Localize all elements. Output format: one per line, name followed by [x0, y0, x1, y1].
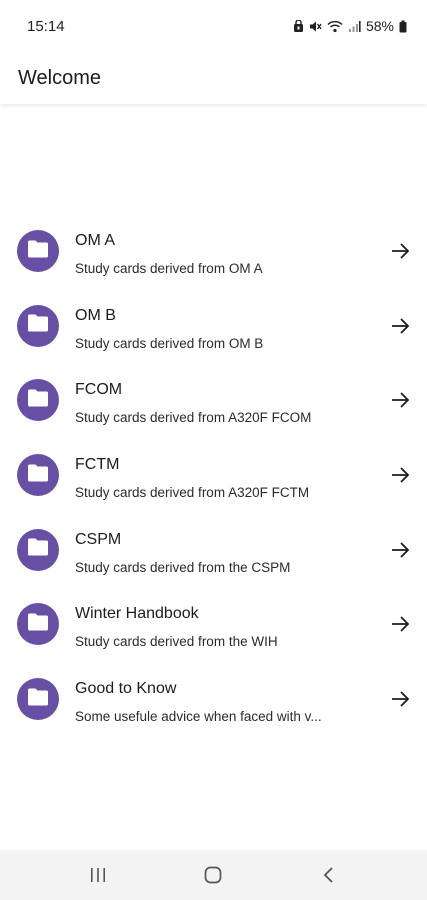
list-item-title: OM B — [75, 306, 116, 324]
recent-apps-icon[interactable] — [78, 855, 118, 895]
home-icon[interactable] — [193, 855, 233, 895]
folder-icon — [27, 464, 49, 487]
mute-icon — [309, 20, 322, 33]
folder-icon — [27, 538, 49, 561]
status-bar: 15:14 58% — [0, 0, 427, 52]
folder-avatar — [17, 454, 59, 497]
list-item-title: OM A — [75, 232, 116, 249]
app-bar: Welcome — [0, 52, 427, 104]
list-item-fctm[interactable]: FCTM Study cards derived from A320F FCTM — [0, 438, 427, 513]
folder-avatar — [17, 379, 59, 422]
list-item-subtitle: Study cards derived from A320F FCTM — [75, 485, 310, 501]
list-item-title: Winter Handbook — [75, 605, 199, 623]
page-title: Welcome — [18, 66, 101, 89]
folder-icon — [27, 613, 49, 636]
arrow-right-icon[interactable] — [389, 315, 411, 337]
arrow-right-icon[interactable] — [389, 240, 411, 262]
arrow-right-icon[interactable] — [389, 539, 411, 561]
list-item-title: Good to Know — [75, 680, 177, 698]
folder-icon — [27, 688, 49, 711]
list-item-fcom[interactable]: FCOM Study cards derived from A320F FCOM — [0, 363, 427, 438]
folder-avatar — [17, 678, 59, 721]
signal-icon — [348, 20, 361, 33]
list-item-title: FCOM — [75, 381, 123, 399]
list-item-subtitle: Some usefule advice when faced with v... — [75, 709, 322, 725]
arrow-right-icon[interactable] — [389, 688, 411, 710]
folder-icon — [27, 240, 49, 263]
folder-avatar — [17, 603, 59, 646]
arrow-right-icon[interactable] — [389, 464, 411, 486]
list-item-cspm[interactable]: CSPM Study cards derived from the CSPM — [0, 513, 427, 588]
list-item-winter-handbook[interactable]: Winter Handbook Study cards derived from… — [0, 587, 427, 662]
status-icons: 58% — [293, 18, 407, 34]
folder-avatar — [17, 230, 59, 272]
arrow-right-icon[interactable] — [389, 389, 411, 411]
wifi-icon — [327, 20, 343, 33]
battery-icon — [399, 20, 407, 33]
folder-avatar — [17, 528, 59, 571]
list-item-subtitle: Study cards derived from the WIH — [75, 634, 278, 650]
list-item-title: CSPM — [75, 530, 122, 548]
folder-icon — [27, 314, 49, 337]
study-card-list: OM A Study cards derived from OM A OM B … — [0, 214, 427, 737]
list-item-title: FCTM — [75, 456, 120, 474]
folder-avatar — [17, 304, 59, 347]
status-time: 15:14 — [27, 17, 65, 35]
list-item-good-to-know[interactable]: Good to Know Some usefule advice when fa… — [0, 662, 427, 737]
list-item-om-a[interactable]: OM A Study cards derived from OM A — [0, 214, 427, 289]
silent-mode-icon — [293, 19, 304, 33]
back-icon[interactable] — [309, 855, 349, 895]
battery-text: 58% — [365, 18, 394, 34]
list-item-om-b[interactable]: OM B Study cards derived from OM B — [0, 289, 427, 364]
list-item-subtitle: Study cards derived from A320F FCOM — [75, 410, 312, 426]
folder-icon — [27, 389, 49, 412]
system-nav-bar — [0, 850, 427, 900]
arrow-right-icon[interactable] — [389, 613, 411, 635]
list-item-subtitle: Study cards derived from OM A — [75, 261, 263, 276]
list-item-subtitle: Study cards derived from OM B — [75, 335, 264, 351]
list-item-subtitle: Study cards derived from the CSPM — [75, 559, 291, 575]
